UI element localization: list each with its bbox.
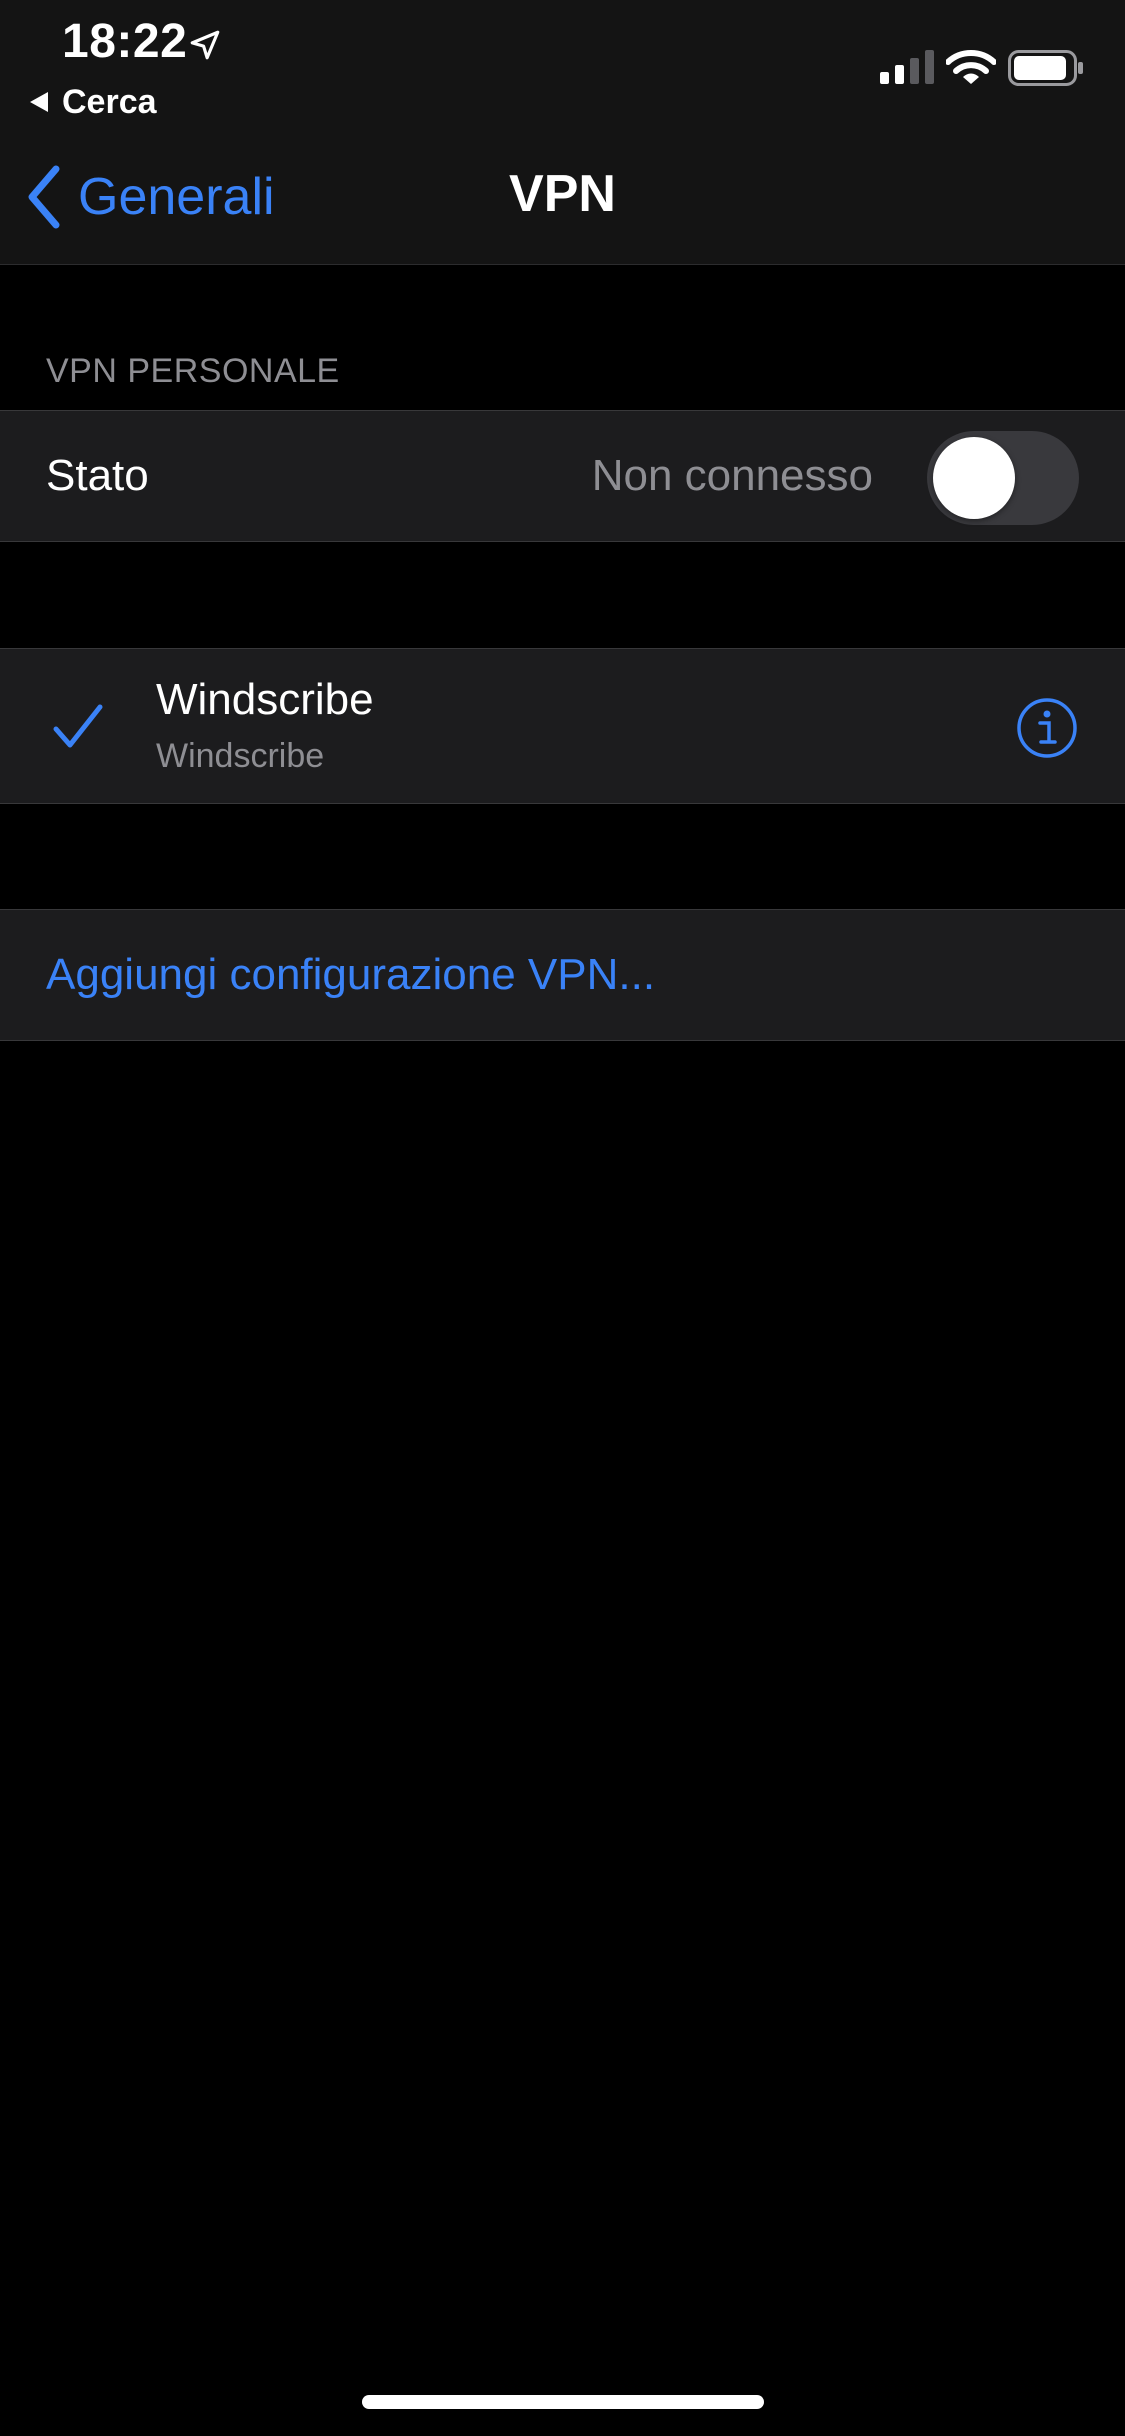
add-vpn-configuration-link[interactable]: Aggiungi configurazione VPN... [46,950,655,1000]
wifi-icon [946,50,996,84]
add-vpn-configuration-row[interactable]: Aggiungi configurazione VPN... [0,909,1125,1041]
location-arrow-icon [190,30,220,60]
info-icon[interactable] [1016,697,1078,759]
home-indicator[interactable] [362,2395,764,2409]
battery-icon [1008,50,1083,86]
vpn-config-name: Windscribe [156,675,374,724]
status-label: Stato [46,451,149,500]
back-to-app-button[interactable]: Cerca [30,80,157,124]
cellular-signal-icon [880,50,934,84]
vpn-toggle[interactable] [927,431,1079,525]
back-triangle-icon [30,92,48,112]
status-bar: 18:22 Cerca [0,0,1125,128]
back-to-app-label: Cerca [62,82,157,121]
vpn-status-row: Stato Non connesso [0,410,1125,542]
page-title: VPN [509,165,616,223]
status-time: 18:22 [62,15,188,68]
vpn-config-subtitle: Windscribe [156,737,325,775]
checkmark-icon [53,704,103,748]
navigation-bar: Generali VPN [0,128,1125,265]
vpn-configuration-row[interactable]: Windscribe Windscribe [0,648,1125,804]
section-header-personal-vpn: VPN PERSONALE [46,352,340,390]
toggle-knob [933,437,1015,519]
status-value: Non connesso [591,451,873,500]
